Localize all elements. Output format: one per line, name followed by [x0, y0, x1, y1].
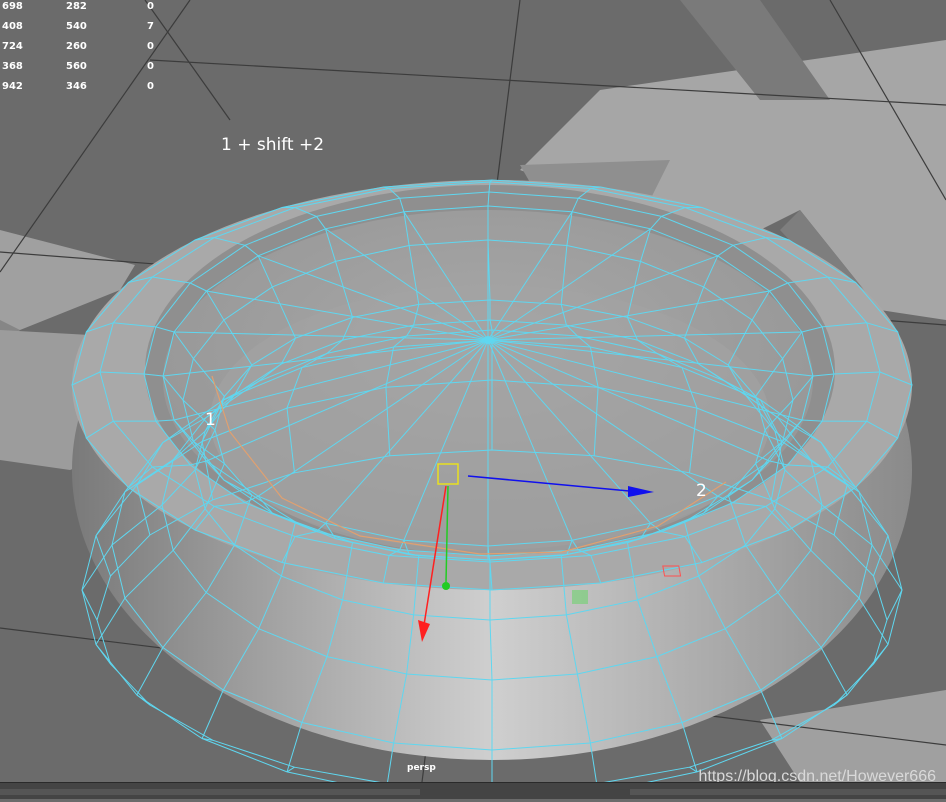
hud-stat-value: 0 — [147, 37, 154, 57]
edge-label-2: 2 — [696, 481, 707, 501]
hud-stat-value: 724 — [2, 37, 23, 57]
y-axis-handle-icon[interactable] — [442, 582, 450, 590]
hud-stat-value: 560 — [66, 57, 87, 77]
hud-stat-value: 0 — [147, 0, 154, 17]
scale-handle-icon[interactable] — [572, 590, 588, 604]
hud-stat-value: 0 — [147, 77, 154, 97]
wire-edge — [682, 723, 697, 772]
hud-stat-value: 942 — [2, 77, 23, 97]
wire-edge — [834, 695, 847, 705]
pole-vertex-icon — [484, 336, 492, 344]
hud-stat-row: 408 540 7 — [2, 17, 172, 37]
scene-canvas[interactable] — [0, 0, 946, 798]
status-segment — [0, 789, 420, 795]
bottom-status-bar — [0, 782, 946, 799]
hud-stat-value: 346 — [66, 77, 87, 97]
wire-edge — [96, 644, 111, 664]
viewport-persp[interactable]: 698 282 0 408 540 7 724 260 0 368 560 0 942 346 0 1 + … — [0, 0, 946, 798]
wire-edge — [82, 590, 97, 620]
wire-edge — [874, 644, 889, 664]
hud-stat-value: 282 — [66, 0, 87, 17]
hud-stat-value: 368 — [2, 57, 23, 77]
wire-edge — [821, 648, 847, 696]
hud-stat-value: 0 — [147, 57, 154, 77]
edge-label-1: 1 — [205, 410, 216, 430]
wire-edge — [137, 695, 150, 705]
camera-label: persp — [407, 763, 436, 773]
hud-stat-row: 724 260 0 — [2, 37, 172, 57]
hud-stat-value: 408 — [2, 17, 23, 37]
hud-stat-row: 942 346 0 — [2, 77, 172, 97]
hud-stat-value: 7 — [147, 17, 154, 37]
status-segment — [630, 789, 946, 795]
hud-stat-value: 540 — [66, 17, 87, 37]
hud-stat-row: 698 282 0 — [2, 0, 172, 17]
wire-edge — [287, 723, 302, 772]
hint-text: 1 + shift +2 — [221, 135, 324, 155]
wire-edge — [859, 598, 888, 644]
wire-edge — [202, 690, 223, 739]
wire-edge — [96, 598, 125, 644]
wire-edge — [887, 590, 902, 620]
wire-edge — [137, 648, 163, 696]
hud-stat-value: 698 — [2, 0, 23, 17]
poly-count-hud: 698 282 0 408 540 7 724 260 0 368 560 0 942 346 0 — [2, 0, 172, 97]
hud-stat-row: 368 560 0 — [2, 57, 172, 77]
hud-stat-value: 260 — [66, 37, 87, 57]
